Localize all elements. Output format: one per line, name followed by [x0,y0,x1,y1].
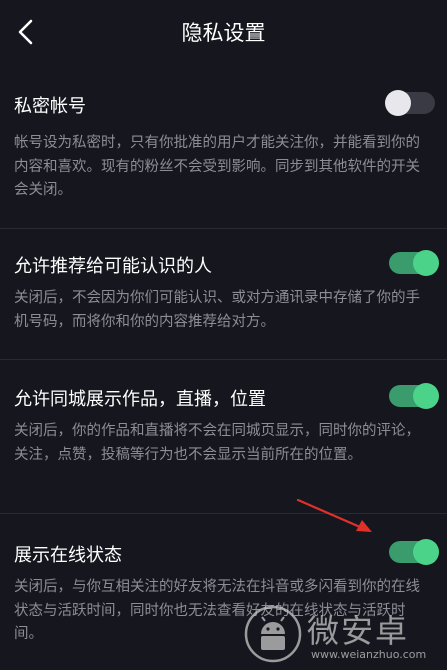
setting-description: 关闭后，不会因为你们可能认识、或对方通讯录中存储了你的手机号码，而将你和你的内容… [14,290,420,330]
setting-recommend-to-acquaintances: 允许推荐给可能认识的人 关闭后，不会因为你们可能认识、或对方通讯录中存储了你的手… [0,229,447,360]
online-status-toggle[interactable] [389,539,439,565]
toggle-knob [413,250,439,276]
toggle-knob [385,90,411,116]
recommend-to-acquaintances-toggle[interactable] [389,250,439,276]
chevron-left-icon [18,19,33,45]
back-button[interactable] [8,14,44,50]
setting-same-city-display: 允许同城展示作品，直播，位置 关闭后，你的作品和直播将不会在同城页显示，同时你的… [0,360,447,514]
page-title: 隐私设置 [181,21,266,45]
setting-description: 帐号设为私密时，只有你批准的用户才能关注你，并能看到你的内容和喜欢。现有的粉丝不… [14,135,420,198]
top-bar: 隐私设置 [0,0,447,68]
setting-online-status: 展示在线状态 关闭后，与你互相关注的好友将无法在抖音或多闪看到你的在线状态与活跃… [0,514,447,670]
setting-description: 关闭后，你的作品和直播将不会在同城页显示，同时你的评论，关注，点赞，投稿等行为也… [14,423,420,463]
same-city-display-toggle[interactable] [389,383,439,409]
toggle-knob [413,383,439,409]
private-account-toggle[interactable] [385,90,435,116]
toggle-knob [413,539,439,565]
setting-description: 关闭后，与你互相关注的好友将无法在抖音或多闪看到你的在线状态与活跃时间，同时你也… [14,579,420,642]
setting-title: 允许同城展示作品，直播，位置 [14,389,266,410]
setting-title: 展示在线状态 [14,545,122,566]
setting-private-account: 私密帐号 帐号设为私密时，只有你批准的用户才能关注你，并能看到你的内容和喜欢。现… [0,68,447,229]
setting-title: 允许推荐给可能认识的人 [14,256,212,277]
setting-title: 私密帐号 [14,96,86,117]
